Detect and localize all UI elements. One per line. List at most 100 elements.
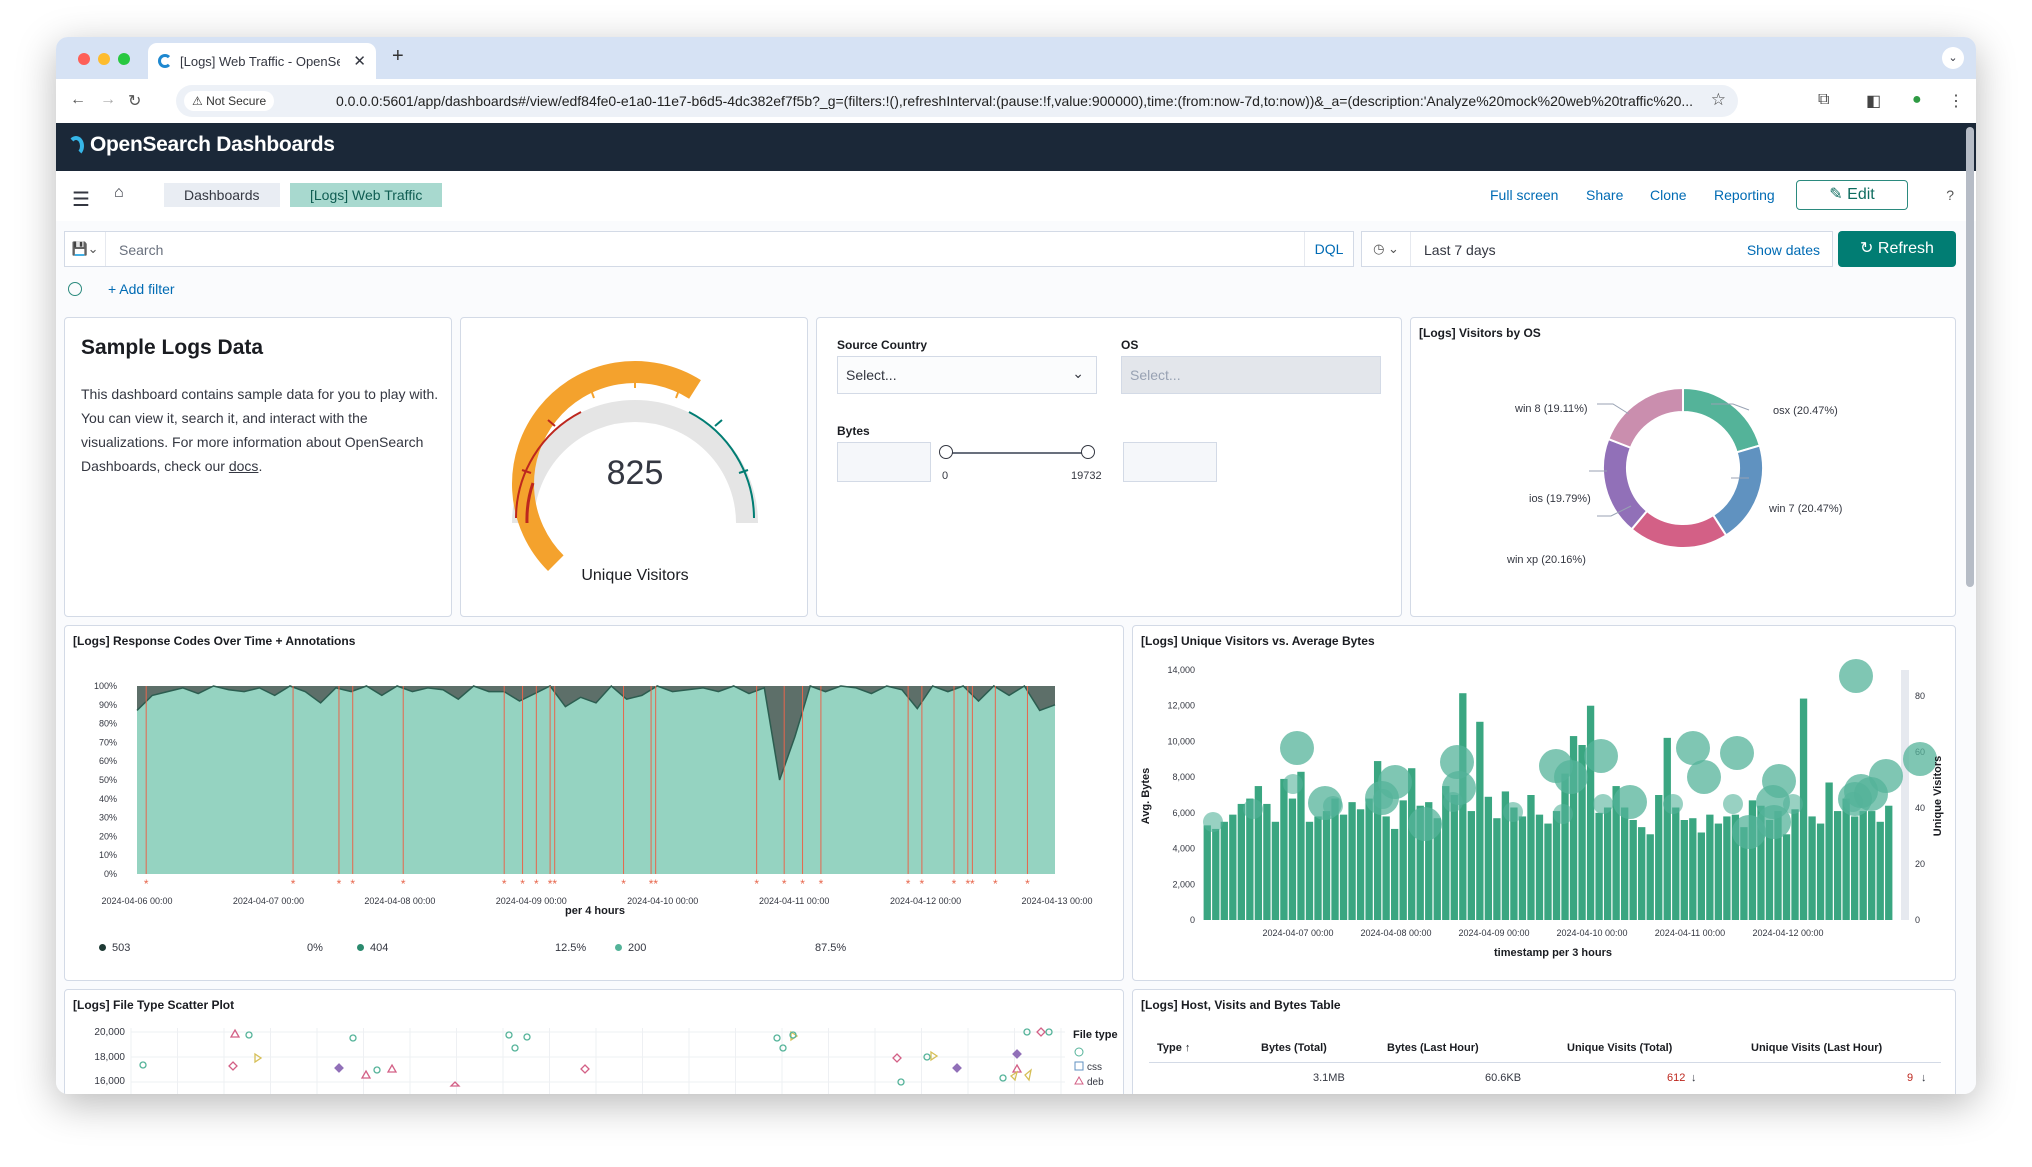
bytes-bar: [1697, 832, 1705, 920]
extensions-icon[interactable]: ⧉: [1818, 91, 1829, 109]
table-header-visits-total[interactable]: Unique Visits (Total): [1567, 1042, 1672, 1054]
table-cell-bytes-last-hour: 60.6KB: [1485, 1072, 1522, 1084]
markdown-end: .: [258, 458, 263, 474]
tab-search-chevron-icon[interactable]: ⌄: [1942, 47, 1964, 69]
sidebar-icon[interactable]: ◧: [1866, 91, 1881, 111]
add-filter-link[interactable]: + Add filter: [108, 281, 175, 297]
query-language-button[interactable]: DQL: [1304, 232, 1353, 266]
app-logo-text[interactable]: OpenSearch Dashboards: [90, 133, 335, 157]
os-donut-slice: [1682, 386, 1762, 454]
markdown-body: This dashboard contains sample data for …: [81, 382, 441, 478]
bookmark-star-icon[interactable]: ☆: [1711, 90, 1726, 110]
bytes-bar: [1672, 807, 1680, 920]
scatter-legend-item[interactable]: css: [1087, 1062, 1102, 1073]
scatter-legend-item[interactable]: deb: [1087, 1077, 1104, 1088]
time-range-label[interactable]: Last 7 days: [1424, 242, 1496, 258]
maximize-window-dot[interactable]: [118, 53, 130, 65]
bytes-bar: [1263, 803, 1271, 920]
address-bar[interactable]: ⚠ Not Secure 0.0.0.0:5601/app/dashboards…: [176, 85, 1738, 117]
os-select[interactable]: Select...: [1121, 356, 1381, 394]
not-secure-badge[interactable]: ⚠ Not Secure: [184, 91, 275, 111]
bytes-bar: [1220, 821, 1228, 920]
minimize-window-dot[interactable]: [98, 53, 110, 65]
bytes-bar: [1535, 814, 1544, 920]
table-header-bytes-last-hour[interactable]: Bytes (Last Hour): [1387, 1042, 1479, 1054]
help-icon[interactable]: ?: [1946, 187, 1954, 203]
table-cell-bytes-total: 3.1MB: [1313, 1072, 1345, 1084]
bytes-min-input[interactable]: [837, 442, 931, 482]
annotation-marker: *: [782, 877, 787, 891]
saved-query-icon[interactable]: 💾⌄: [65, 232, 106, 266]
opensearch-logo-icon: [68, 136, 84, 156]
visitors-x-tick: 2024-04-12 00:00: [1752, 928, 1823, 938]
forward-arrow-icon[interactable]: →: [100, 91, 116, 109]
home-icon[interactable]: ⌂: [114, 184, 124, 202]
search-input[interactable]: Search: [119, 242, 163, 258]
edit-button[interactable]: ✎ Edit: [1796, 180, 1908, 210]
bytes-bar: [1638, 827, 1646, 920]
visitor-bubble: [1584, 739, 1618, 773]
scatter-legend-swatch-0: [1074, 1047, 1084, 1057]
bytes-bar: [1689, 818, 1697, 920]
menu-hamburger-icon[interactable]: ☰: [72, 187, 90, 212]
bytes-bar: [1297, 771, 1305, 920]
visitor-bubble: [1373, 789, 1393, 809]
annotation-marker: *: [520, 877, 525, 891]
reload-icon[interactable]: ↻: [128, 91, 141, 111]
browser-tab[interactable]: [Logs] Web Traffic - OpenSearch Dashboar…: [148, 43, 376, 79]
bytes-range-track: [945, 452, 1087, 454]
response-x-tick: 2024-04-11 00:00: [759, 896, 829, 906]
url-text[interactable]: 0.0.0.0:5601/app/dashboards#/view/edf84f…: [336, 93, 1696, 109]
bytes-bar: [1842, 798, 1850, 920]
page-scrollbar[interactable]: [1966, 127, 1974, 1094]
bytes-bar: [1851, 816, 1859, 920]
bytes-bar: [1450, 795, 1458, 920]
legend-item-200[interactable]: 200: [615, 942, 646, 954]
browser-window: [Logs] Web Traffic - OpenSearch Dashboar…: [56, 37, 1976, 1094]
table-header-bytes-total[interactable]: Bytes (Total): [1261, 1042, 1327, 1054]
bytes-bar: [1621, 807, 1629, 920]
refresh-button[interactable]: ↻ Refresh: [1838, 231, 1956, 267]
source-country-select[interactable]: Select... ⌄: [837, 356, 1097, 394]
full-screen-link[interactable]: Full screen: [1490, 187, 1558, 203]
bytes-bar: [1782, 834, 1791, 920]
visitor-bubble: [1687, 760, 1721, 794]
annotation-marker: *: [653, 877, 658, 891]
show-dates-link[interactable]: Show dates: [1747, 242, 1820, 258]
bytes-min-handle[interactable]: [939, 445, 953, 459]
back-arrow-icon[interactable]: ←: [70, 91, 86, 109]
bytes-bar: [1808, 816, 1816, 920]
bytes-bar: [1544, 823, 1552, 920]
breadcrumb-dashboards[interactable]: Dashboards: [164, 183, 280, 207]
annotation-marker: *: [970, 877, 975, 891]
bytes-bar: [1859, 811, 1867, 920]
scatter-panel-title: [Logs] File Type Scatter Plot: [73, 998, 235, 1012]
reporting-link[interactable]: Reporting: [1714, 187, 1775, 203]
new-tab-icon[interactable]: +: [392, 45, 404, 68]
browser-toolbar: ← → ↻ ⚠ Not Secure 0.0.0.0:5601/app/dash…: [56, 79, 1976, 123]
response-y-tick: 70%: [99, 737, 117, 747]
table-header-type[interactable]: Type ↑: [1157, 1042, 1190, 1054]
legend-item-503[interactable]: 503: [99, 942, 130, 954]
scatter-y-tick: 18,000: [94, 1052, 125, 1063]
docs-link[interactable]: docs: [229, 458, 259, 474]
bytes-bar: [1595, 812, 1603, 920]
profile-leaf-icon[interactable]: ●: [1912, 91, 1922, 109]
visitors-panel-title: [Logs] Unique Visitors vs. Average Bytes: [1141, 634, 1375, 648]
bytes-max-handle[interactable]: [1081, 445, 1095, 459]
filter-options-icon[interactable]: [68, 282, 82, 296]
scrollbar-thumb[interactable]: [1966, 127, 1974, 587]
clone-link[interactable]: Clone: [1650, 187, 1687, 203]
close-window-dot[interactable]: [78, 53, 90, 65]
legend-name-503: 503: [112, 942, 131, 954]
edit-label: Edit: [1847, 186, 1875, 203]
share-link[interactable]: Share: [1586, 187, 1623, 203]
close-tab-icon[interactable]: ✕: [353, 52, 366, 70]
calendar-clock-icon[interactable]: ◷ ⌄: [1362, 232, 1411, 266]
legend-item-404[interactable]: 404: [357, 942, 388, 954]
table-header-visits-last-hour[interactable]: Unique Visits (Last Hour): [1751, 1042, 1882, 1054]
bytes-bar: [1356, 809, 1365, 920]
browser-menu-icon[interactable]: ⋮: [1948, 91, 1964, 111]
bytes-bar: [1467, 811, 1475, 920]
bytes-max-input[interactable]: [1123, 442, 1217, 482]
